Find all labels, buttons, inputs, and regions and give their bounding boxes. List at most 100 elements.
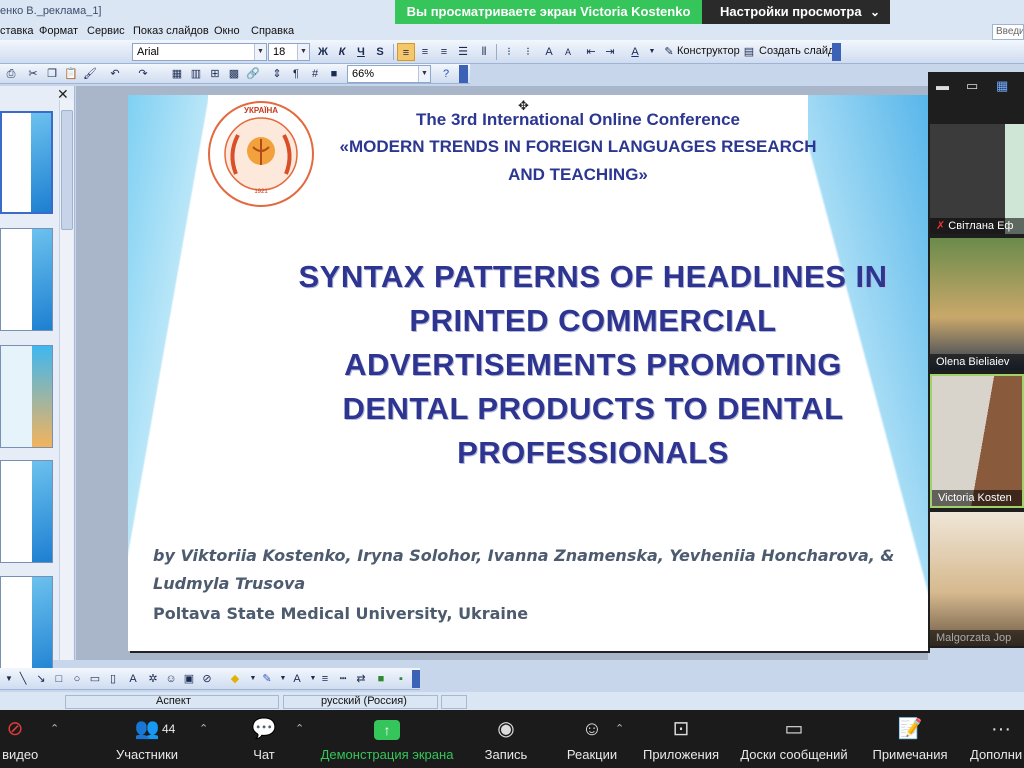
chevron-up-icon[interactable]: ⌃ [50, 722, 59, 735]
shadow-button[interactable]: S [371, 43, 389, 61]
grid-icon[interactable]: ▩ [225, 65, 243, 83]
copy-icon[interactable]: ❐ [43, 65, 61, 83]
print-icon[interactable]: ⎙ [2, 65, 20, 83]
grid-lines-icon[interactable]: # [306, 65, 324, 83]
textbox-vertical-icon[interactable]: ▯ [104, 670, 122, 688]
gallery-view-icon[interactable]: ▦ [996, 78, 1008, 94]
chevron-up-icon[interactable]: ⌃ [615, 722, 624, 735]
increase-indent-icon[interactable]: ⇥ [601, 43, 619, 61]
more-button[interactable]: ··· Дополни [966, 710, 1024, 768]
slide-thumbnail-2[interactable] [0, 228, 53, 331]
table-icon[interactable]: ▥ [187, 65, 205, 83]
underline-button[interactable]: Ч [352, 43, 370, 61]
undo-icon[interactable]: ↶ [106, 65, 124, 83]
dash-style-icon[interactable]: ┅ [334, 670, 352, 688]
menu-window[interactable]: Окно [214, 25, 240, 37]
slide-thumbnail-5[interactable] [0, 576, 53, 679]
toolbar-options-icon[interactable] [832, 43, 841, 61]
align-center-icon[interactable]: ≡ [416, 43, 434, 61]
format-painter-icon[interactable]: 🖌 [81, 65, 99, 83]
menu-format[interactable]: Формат [39, 25, 78, 37]
italic-button[interactable]: К [333, 43, 351, 61]
cut-icon[interactable]: ✂ [24, 65, 42, 83]
share-screen-button[interactable]: ↑ Демонстрация экрана [316, 710, 458, 768]
redo-icon[interactable]: ↷ [134, 65, 152, 83]
slide-canvas[interactable]: УКРАЇНА 1921 The 3rd International Onlin… [128, 95, 928, 651]
apps-button[interactable]: ⊡ Приложения [640, 710, 722, 768]
menu-insert[interactable]: ставка [0, 25, 34, 37]
font-color-icon[interactable]: A [626, 43, 644, 61]
bold-button[interactable]: Ж [314, 43, 332, 61]
menu-tools[interactable]: Сервис [87, 25, 125, 37]
designer-button[interactable]: Конструктор [677, 45, 740, 57]
slide-thumbnail-4[interactable] [0, 460, 53, 563]
thumbnail-scrollbar[interactable] [59, 100, 73, 660]
minimize-icon[interactable]: ▬ [936, 78, 949, 93]
active-speaker-tile[interactable]: Victoria Kosten [930, 374, 1024, 508]
increase-font-icon[interactable]: A [540, 43, 558, 61]
menu-slideshow[interactable]: Показ слайдов [133, 25, 209, 37]
notes-label: Примечания [872, 747, 948, 762]
record-button[interactable]: ◉ Запись [478, 710, 534, 768]
bullet-list-icon[interactable]: ⁝ [519, 43, 537, 61]
color-icon[interactable]: ■ [325, 65, 343, 83]
notes-button[interactable]: 📝 Примечания [866, 710, 954, 768]
shadow-style-icon[interactable]: ■ [372, 670, 390, 688]
line-style-icon[interactable]: ≡ [316, 670, 334, 688]
line-icon[interactable]: ╲ [14, 670, 32, 688]
arrow-icon[interactable]: ↘ [32, 670, 50, 688]
font-name-select[interactable]: Arial ▼ [132, 43, 267, 61]
video-tile[interactable]: ✗ Світлана Еф [930, 124, 1024, 234]
chat-button[interactable]: 💬 Чат [240, 710, 288, 768]
toolbar-options-icon[interactable] [459, 65, 468, 83]
numbered-list-icon[interactable]: ⁝ [500, 43, 518, 61]
video-tile[interactable]: Malgorzata Jop [930, 512, 1024, 646]
diagram-icon[interactable]: ✲ [144, 670, 162, 688]
show-formatting-icon[interactable]: ¶ [287, 65, 305, 83]
chart-icon[interactable]: ▦ [168, 65, 186, 83]
help-icon[interactable]: ? [437, 65, 455, 83]
participant-name: ✗ Світлана Еф [930, 218, 1024, 234]
font-size-select[interactable]: 18 ▼ [268, 43, 310, 61]
justify-icon[interactable]: ☰ [454, 43, 472, 61]
stop-video-button[interactable]: ⊘ ь видео [0, 710, 50, 768]
scrollbar-thumb[interactable] [61, 110, 73, 230]
participants-button[interactable]: 👥 44 Участники [110, 710, 184, 768]
whiteboards-button[interactable]: ▭ Доски сообщений [736, 710, 852, 768]
rectangle-icon[interactable]: □ [50, 670, 68, 688]
align-left-icon[interactable]: ≡ [397, 43, 415, 61]
participant-name: Olena Bieliaiev [930, 354, 1024, 370]
toolbar-options-icon[interactable] [412, 670, 420, 688]
textbox-icon[interactable]: ▭ [86, 670, 104, 688]
new-slide-button[interactable]: Создать слайд [759, 45, 834, 57]
view-settings-button[interactable]: Настройки просмотра ⌄ [702, 0, 890, 24]
decrease-font-icon[interactable]: A [559, 43, 577, 61]
menu-help[interactable]: Справка [251, 25, 294, 37]
search-input[interactable]: Введи [992, 24, 1024, 40]
chevron-down-icon[interactable]: ▼ [643, 43, 661, 61]
hyperlink-icon[interactable]: 🔗 [244, 65, 262, 83]
clipart-icon[interactable]: ☺ [162, 670, 180, 688]
chevron-up-icon[interactable]: ⌃ [199, 722, 208, 735]
status-bar: Аспект русский (Россия) [0, 692, 1024, 710]
slide-thumbnail-3[interactable] [0, 345, 53, 448]
oval-icon[interactable]: ○ [68, 670, 86, 688]
insert-table-icon[interactable]: ⊞ [206, 65, 224, 83]
chevron-up-icon[interactable]: ⌃ [295, 722, 304, 735]
restore-icon[interactable]: ▭ [966, 78, 978, 94]
video-tile[interactable]: Olena Bieliaiev [930, 238, 1024, 370]
arrow-style-icon[interactable]: ⇄ [352, 670, 370, 688]
picture-icon[interactable]: ▣ [180, 670, 198, 688]
zoom-select[interactable]: 66% ▼ [347, 65, 431, 83]
fill-color-icon[interactable]: ◆ [226, 670, 244, 688]
paste-icon[interactable]: 📋 [62, 65, 80, 83]
expand-icon[interactable]: ⇕ [268, 65, 286, 83]
wordart-icon[interactable]: A [124, 670, 142, 688]
decrease-indent-icon[interactable]: ⇤ [582, 43, 600, 61]
shape-styles-icon[interactable]: ⊘ [198, 670, 216, 688]
reactions-button[interactable]: ☺ Реакции [560, 710, 624, 768]
align-right-icon[interactable]: ≡ [435, 43, 453, 61]
3d-style-icon[interactable]: ▪ [392, 670, 410, 688]
slide-thumbnail-1[interactable] [0, 111, 53, 214]
columns-icon[interactable]: ⫴ [475, 43, 493, 61]
